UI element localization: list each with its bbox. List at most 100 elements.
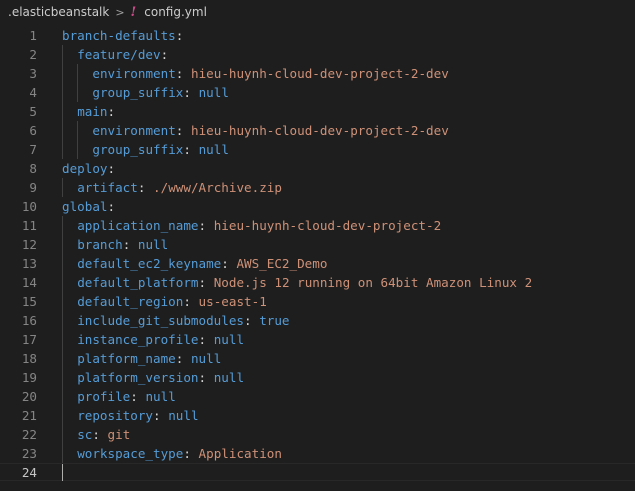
- code-line[interactable]: 20 profile: null: [0, 387, 635, 406]
- yaml-key: include_git_submodules: [77, 313, 244, 328]
- code-line[interactable]: 14 default_platform: Node.js 12 running o…: [0, 273, 635, 292]
- indent-guide: [62, 444, 63, 463]
- yaml-value: Node.js 12 running on 64bit Amazon Linux…: [213, 275, 533, 290]
- colon: :: [183, 294, 191, 309]
- line-content: include_git_submodules: true: [77, 311, 289, 330]
- indent-guide: [62, 292, 63, 311]
- line-content: workspace_type: Application: [77, 444, 282, 463]
- line-content: feature/dev:: [77, 45, 168, 64]
- code-line[interactable]: 21 repository: null: [0, 406, 635, 425]
- line-content: profile: null: [77, 387, 176, 406]
- line-number: 14: [21, 275, 37, 290]
- code-line[interactable]: 15 default_region: us-east-1: [0, 292, 635, 311]
- indent-guide: [62, 216, 63, 235]
- yaml-key: application_name: [77, 218, 199, 233]
- indent-guide: [62, 425, 63, 444]
- code-line[interactable]: 5 main:: [0, 102, 635, 121]
- indent-guide: [62, 273, 63, 292]
- code-line[interactable]: 4 group_suffix: null: [0, 83, 635, 102]
- colon: :: [183, 446, 191, 461]
- colon: :: [244, 313, 252, 328]
- indent-guide: [62, 64, 63, 83]
- yaml-value: null: [168, 408, 199, 423]
- colon: :: [92, 427, 100, 442]
- yaml-key: group_suffix: [92, 85, 184, 100]
- colon: :: [107, 161, 116, 176]
- indent-guide: [77, 140, 79, 159]
- code-line[interactable]: 19 platform_version: null: [0, 368, 635, 387]
- breadcrumb: .elasticbeanstalk > ! config.yml: [0, 0, 635, 24]
- code-line[interactable]: 8 deploy:: [0, 159, 635, 178]
- code-area[interactable]: 1 branch-defaults: 2 feature/dev: 3 environme…: [0, 26, 635, 482]
- line-number: 17: [21, 332, 37, 347]
- code-line[interactable]: 12 branch: null: [0, 235, 635, 254]
- indent-guide: [77, 83, 79, 102]
- line-content: main:: [77, 102, 115, 121]
- code-line[interactable]: 22 sc: git: [0, 425, 635, 444]
- code-editor[interactable]: .elasticbeanstalk > ! config.yml 1 branch…: [0, 0, 635, 491]
- code-line[interactable]: 1 branch-defaults:: [0, 26, 635, 45]
- yaml-value: hieu-huynh-cloud-dev-project-2-dev: [190, 123, 449, 138]
- code-line[interactable]: 24: [0, 463, 635, 482]
- line-number: 16: [21, 313, 37, 328]
- indent-guide: [62, 368, 63, 387]
- code-line[interactable]: 13 default_ec2_keyname: AWS_EC2_Demo: [0, 254, 635, 273]
- yaml-key: branch-defaults: [62, 28, 176, 43]
- yaml-key: default_ec2_keyname: [77, 256, 222, 271]
- colon: :: [107, 104, 116, 119]
- line-content: group_suffix: null: [92, 140, 229, 159]
- colon: :: [160, 47, 169, 62]
- code-line[interactable]: 17 instance_profile: null: [0, 330, 635, 349]
- line-number: 13: [21, 256, 37, 271]
- line-content: platform_version: null: [77, 368, 244, 387]
- indent-guide: [77, 121, 79, 140]
- line-content: application_name: hieu-huynh-cloud-dev-p…: [77, 216, 441, 235]
- yaml-value: true: [259, 313, 290, 328]
- colon: :: [175, 351, 184, 366]
- chevron-right-icon: >: [115, 5, 125, 19]
- code-line[interactable]: 18 platform_name: null: [0, 349, 635, 368]
- indent-guide: [62, 235, 63, 254]
- colon: :: [175, 28, 184, 43]
- indent-guide: [62, 102, 63, 121]
- code-line[interactable]: 7 group_suffix: null: [0, 140, 635, 159]
- line-content: branch-defaults:: [62, 26, 183, 45]
- code-line[interactable]: 11 application_name: hieu-huynh-cloud-dev…: [0, 216, 635, 235]
- line-content: default_platform: Node.js 12 running on …: [77, 273, 532, 292]
- line-number: 11: [21, 218, 37, 233]
- breadcrumb-folder[interactable]: .elasticbeanstalk: [8, 5, 109, 19]
- colon: :: [175, 123, 184, 138]
- line-number: 9: [29, 180, 37, 195]
- indent-guide: [62, 254, 63, 273]
- yaml-value: null: [213, 370, 245, 385]
- indent-guide: [62, 140, 63, 159]
- line-number: 3: [29, 66, 37, 81]
- indent-guide: [62, 45, 63, 64]
- line-content: artifact: ./www/Archive.zip: [77, 178, 282, 197]
- code-line[interactable]: 2 feature/dev:: [0, 45, 635, 64]
- code-line[interactable]: 3 environment: hieu-huynh-cloud-dev-proje…: [0, 64, 635, 83]
- text-cursor: [62, 464, 63, 481]
- code-line[interactable]: 23 workspace_type: Application: [0, 444, 635, 463]
- code-line[interactable]: 6 environment: hieu-huynh-cloud-dev-proje…: [0, 121, 635, 140]
- line-content: platform_name: null: [77, 349, 221, 368]
- colon: :: [107, 199, 116, 214]
- yaml-value: null: [213, 332, 245, 347]
- yaml-key: environment: [92, 123, 176, 138]
- code-line[interactable]: 16 include_git_submodules: true: [0, 311, 635, 330]
- line-content: repository: null: [77, 406, 198, 425]
- breadcrumb-file[interactable]: config.yml: [144, 5, 207, 19]
- indent-guide: [62, 387, 63, 406]
- yaml-value: null: [190, 351, 222, 366]
- code-line[interactable]: 10 global:: [0, 197, 635, 216]
- line-number: 12: [21, 237, 37, 252]
- code-line[interactable]: 9 artifact: ./www/Archive.zip: [0, 178, 635, 197]
- line-content: instance_profile: null: [77, 330, 244, 349]
- yaml-file-icon: !: [130, 4, 137, 20]
- line-number: 15: [21, 294, 37, 309]
- yaml-key: sc: [77, 427, 93, 442]
- yaml-key: deploy: [62, 161, 108, 176]
- indent-guide: [62, 83, 63, 102]
- yaml-key: workspace_type: [77, 446, 184, 461]
- indent-guide: [62, 121, 63, 140]
